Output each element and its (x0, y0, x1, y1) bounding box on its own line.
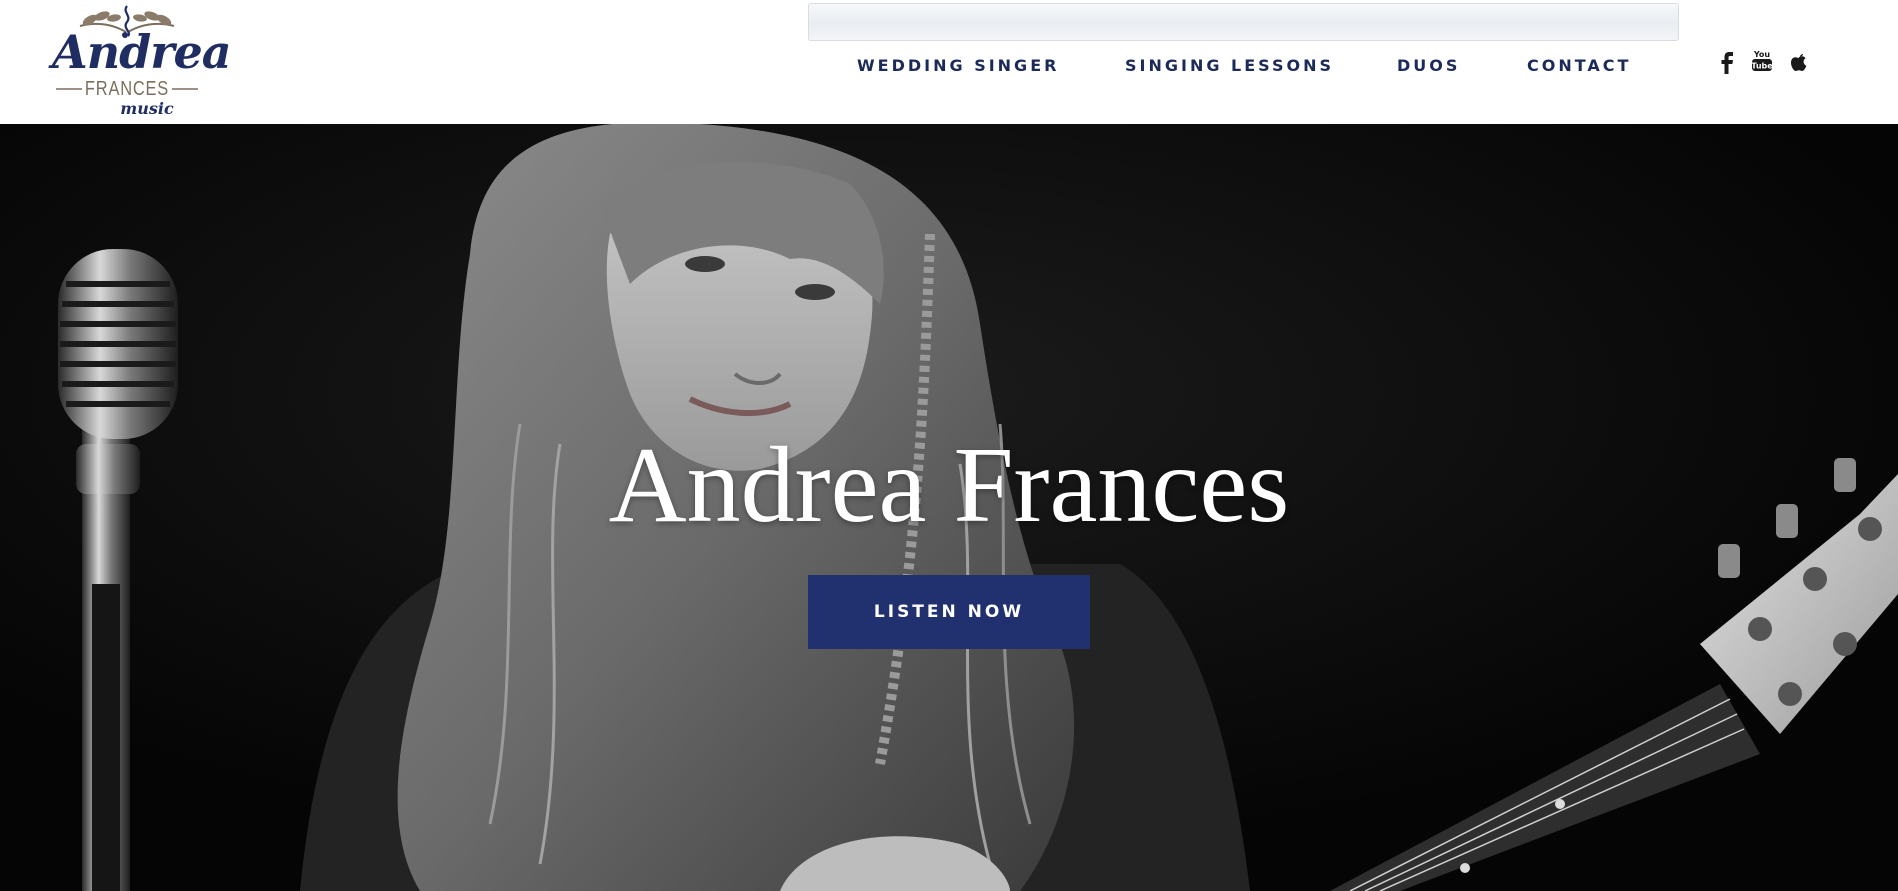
site-header: Andrea FRANCES music WEDDING SINGER SING… (0, 0, 1898, 124)
nav-item-contact[interactable]: CONTACT (1527, 56, 1631, 75)
listen-now-button[interactable]: LISTEN NOW (808, 575, 1090, 649)
hero-title: Andrea Frances (608, 426, 1290, 545)
nav-item-wedding-singer[interactable]: WEDDING SINGER (857, 56, 1059, 75)
facebook-icon[interactable] (1715, 48, 1739, 74)
svg-text:Tube: Tube (1751, 62, 1773, 71)
hero-banner: Andrea Frances LISTEN NOW (0, 124, 1898, 891)
svg-text:You: You (1753, 50, 1771, 59)
logo-name: Andrea (52, 25, 232, 79)
logo-subtitle: FRANCES (84, 78, 170, 100)
nav-item-duos[interactable]: DUOS (1397, 56, 1460, 75)
logo-tagline: music (120, 99, 174, 118)
youtube-icon[interactable]: You Tube (1750, 48, 1774, 74)
nav-item-singing-lessons[interactable]: SINGING LESSONS (1125, 56, 1334, 75)
search-bar[interactable] (808, 3, 1679, 41)
site-logo[interactable]: Andrea FRANCES music (52, 2, 232, 120)
apple-icon[interactable] (1787, 48, 1811, 74)
